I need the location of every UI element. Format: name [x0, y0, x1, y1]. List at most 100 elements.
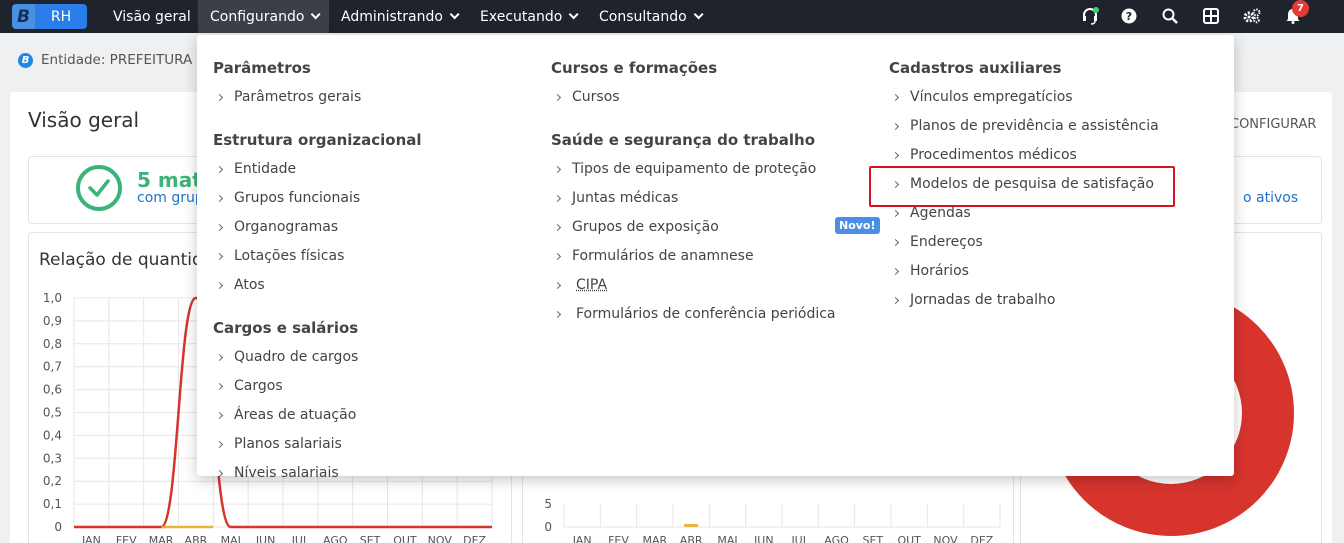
notification-badge: 7 — [1292, 0, 1309, 17]
x-tick-label: DEZ — [463, 534, 486, 543]
top-navbar: B RH Visão geral Configurando Administra… — [0, 0, 1344, 33]
menu-item[interactable]: Horários — [891, 263, 969, 279]
x-tick-label: JAN — [81, 534, 101, 543]
chevron-down-icon — [693, 9, 703, 19]
menu-item-label: Níveis salariais — [234, 465, 339, 481]
apps-grid-icon[interactable] — [1201, 6, 1221, 26]
entity-bar[interactable]: B Entidade: PREFEITURA D — [0, 43, 207, 77]
chevron-right-icon — [892, 180, 899, 187]
x-tick-label: MAI — [717, 534, 737, 543]
x-tick-label: OUT — [393, 534, 417, 543]
summary-active-link[interactable]: o ativos — [1243, 190, 1298, 206]
svg-text:?: ? — [1126, 10, 1132, 23]
chevron-down-icon — [450, 9, 460, 19]
menu-item[interactable]: Grupos de exposição — [553, 219, 719, 235]
app-logo[interactable]: B RH — [12, 4, 87, 29]
menu-section-title: Parâmetros — [213, 59, 311, 77]
chevron-right-icon — [216, 382, 223, 389]
line-point — [265, 526, 267, 528]
configure-button[interactable]: CONFIGURAR — [1230, 117, 1316, 132]
entity-logo-icon: B — [18, 53, 33, 68]
chevron-right-icon — [216, 353, 223, 360]
x-tick-label: ABR — [185, 534, 208, 543]
menu-section-title: Cargos e salários — [213, 319, 358, 337]
line-point — [334, 526, 336, 528]
support-headset-icon[interactable] — [1080, 6, 1100, 26]
menu-item[interactable]: Grupos funcionais — [215, 190, 360, 206]
menu-item-label: Lotações físicas — [234, 248, 344, 264]
x-tick-label: SET — [360, 534, 381, 543]
summary-sub-link[interactable]: com grup — [137, 190, 204, 206]
menu-item[interactable]: Formulários de conferência periódica — [553, 306, 836, 322]
menu-item-label: Jornadas de trabalho — [910, 292, 1055, 308]
x-tick-label: SET — [863, 534, 884, 543]
menu-item-label: Áreas de atuação — [234, 407, 356, 423]
menu-item[interactable]: Procedimentos médicos — [891, 147, 1077, 163]
menu-item-label: Parâmetros gerais — [234, 89, 361, 105]
menu-item[interactable]: Áreas de atuação — [215, 407, 356, 423]
nav-label: Administrando — [341, 9, 443, 25]
chevron-right-icon — [554, 93, 561, 100]
menu-item[interactable]: Parâmetros gerais — [215, 89, 361, 105]
chevron-right-icon — [216, 165, 223, 172]
menu-item[interactable]: Planos salariais — [215, 436, 342, 452]
menu-section-title: Cadastros auxiliares — [889, 59, 1061, 77]
chevron-right-icon — [892, 267, 899, 274]
menu-item[interactable]: Entidade — [215, 161, 296, 177]
menu-item-label: Planos salariais — [234, 436, 342, 452]
chevron-right-icon — [554, 165, 561, 172]
chevron-right-icon — [216, 440, 223, 447]
menu-item[interactable]: Planos de previdência e assistência — [891, 118, 1159, 134]
y-tick-label: 5 — [544, 497, 552, 511]
page-title: Visão geral — [28, 108, 139, 132]
menu-item[interactable]: Atos — [215, 277, 265, 293]
menu-item[interactable]: CIPA — [553, 277, 607, 293]
line-point — [91, 526, 93, 528]
menu-item[interactable]: Tipos de equipamento de proteção — [553, 161, 816, 177]
menu-item[interactable]: Endereços — [891, 234, 983, 250]
check-circle-icon — [76, 165, 122, 211]
x-tick-label: MAR — [642, 534, 667, 543]
menu-item[interactable]: Cursos — [553, 89, 620, 105]
nav-executando[interactable]: Executando — [468, 0, 587, 33]
chevron-down-icon — [311, 9, 321, 19]
chevron-right-icon — [216, 469, 223, 476]
menu-item[interactable]: Lotações físicas — [215, 248, 344, 264]
x-tick-label: FEV — [116, 534, 137, 543]
chevron-right-icon — [554, 310, 561, 317]
menu-item[interactable]: Modelos de pesquisa de satisfação — [891, 176, 1154, 192]
nav-configurando[interactable]: Configurando — [198, 0, 329, 33]
y-tick-label: 0,5 — [43, 406, 62, 420]
help-icon[interactable]: ? — [1119, 6, 1139, 26]
chevron-right-icon — [216, 252, 223, 259]
menu-item[interactable]: Vínculos empregatícios — [891, 89, 1073, 105]
menu-item[interactable]: Cargos — [215, 378, 283, 394]
y-tick-label: 0 — [54, 520, 62, 534]
nav-consultando[interactable]: Consultando — [587, 0, 712, 33]
y-tick-label: 0 — [544, 520, 552, 534]
settings-gears-icon[interactable] — [1242, 6, 1262, 26]
chart-title: Relação de quantid — [39, 250, 203, 270]
chevron-right-icon — [892, 209, 899, 216]
search-icon[interactable] — [1160, 6, 1180, 26]
menu-item[interactable]: Formulários de anamnese — [553, 248, 754, 264]
line-point — [474, 526, 476, 528]
menu-item[interactable]: Níveis salariais — [215, 465, 339, 481]
chevron-right-icon — [892, 122, 899, 129]
menu-item[interactable]: Agendas — [891, 205, 971, 221]
line-point — [369, 526, 371, 528]
y-tick-label: 0,8 — [43, 337, 62, 351]
x-tick-label: FEV — [608, 534, 629, 543]
chevron-right-icon — [554, 252, 561, 259]
nav-visao-geral[interactable]: Visão geral — [101, 0, 203, 33]
menu-item[interactable]: Quadro de cargos — [215, 349, 358, 365]
x-tick-label: JUL — [790, 534, 809, 543]
logo-rh: RH — [35, 4, 87, 29]
menu-item[interactable]: Organogramas — [215, 219, 338, 235]
menu-item[interactable]: Juntas médicas — [553, 190, 678, 206]
menu-item-label: CIPA — [576, 277, 607, 293]
menu-section-title: Cursos e formações — [551, 59, 717, 77]
menu-item-label: Juntas médicas — [572, 190, 678, 206]
menu-item[interactable]: Jornadas de trabalho — [891, 292, 1055, 308]
nav-administrando[interactable]: Administrando — [329, 0, 468, 33]
